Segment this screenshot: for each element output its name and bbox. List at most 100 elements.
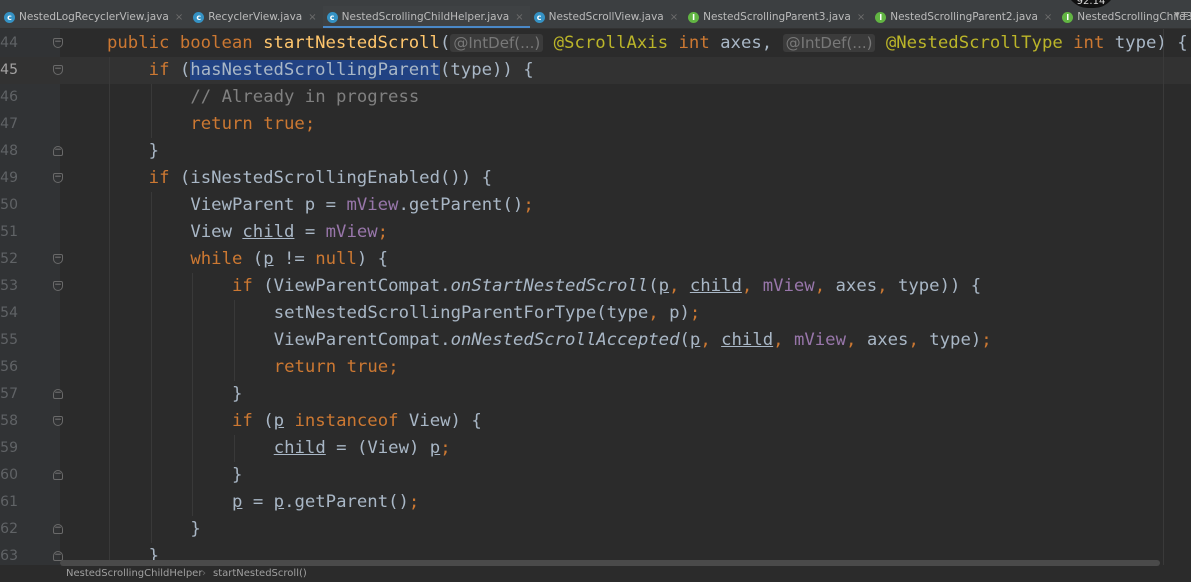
tab-3[interactable]: c NestedScrollView.java × xyxy=(530,6,685,28)
fold-close-icon[interactable]: − xyxy=(53,389,63,399)
code-editor[interactable]: 44− public boolean startNestedScroll(@Int… xyxy=(0,29,1191,570)
code-token: ( xyxy=(252,249,264,269)
fold-close-icon[interactable]: − xyxy=(53,470,63,480)
code-text[interactable]: } xyxy=(232,462,242,489)
code-token: .getParent() xyxy=(398,195,524,215)
code-text[interactable]: return true; xyxy=(190,111,315,138)
tab-0[interactable]: c NestedLogRecyclerView.java × xyxy=(0,6,189,28)
code-text[interactable]: setNestedScrollingParentForType(type, p)… xyxy=(274,300,701,327)
code-line: 47 return true; xyxy=(0,111,1191,138)
indent-guide xyxy=(109,327,110,354)
close-icon[interactable]: × xyxy=(1044,12,1052,23)
code-line: 53 − if (ViewParentCompat.onStartNestedScr… xyxy=(0,273,1191,300)
code-token: return xyxy=(273,357,347,377)
code-token: mView xyxy=(793,330,846,350)
indent-guide xyxy=(150,381,152,408)
indent-guide xyxy=(192,300,194,327)
code-text[interactable]: return true; xyxy=(274,354,399,381)
code-token: @NestedScrollType xyxy=(885,33,1074,53)
indent-guide xyxy=(109,354,110,381)
editor-tab-bar: c NestedLogRecyclerView.java × c RecyclerVie… xyxy=(0,6,1191,29)
code-text[interactable]: View child = mView; xyxy=(190,219,388,246)
code-token: = xyxy=(242,492,274,512)
tab-2[interactable]: c NestedScrollingChildHelper.java × xyxy=(322,6,530,28)
class-icon: c xyxy=(4,11,15,23)
code-line: 46 // Already in progress xyxy=(0,84,1191,111)
line-number: 47 xyxy=(0,116,18,132)
line-number: 60 xyxy=(0,467,18,483)
code-token: ; xyxy=(408,492,420,512)
fold-close-icon[interactable]: − xyxy=(53,524,63,534)
code-token: ; xyxy=(304,114,316,134)
code-token: int xyxy=(1073,33,1115,53)
code-text[interactable]: ViewParent p = mView.getParent(); xyxy=(190,192,533,219)
code-token: ) { xyxy=(356,249,389,269)
code-text[interactable]: } xyxy=(190,516,200,543)
tab-label: NestedLogRecyclerView.java xyxy=(19,11,169,23)
code-token: type)) { xyxy=(897,276,982,296)
indent-guide xyxy=(150,300,152,327)
code-text[interactable]: if (hasNestedScrollingParent(type)) { xyxy=(149,57,534,84)
code-text[interactable]: if (p instanceof View) { xyxy=(232,408,482,435)
tab-4[interactable]: I NestedScrollingParent3.java × xyxy=(684,6,871,28)
code-text[interactable]: p = p.getParent(); xyxy=(232,489,419,516)
fold-open-icon[interactable]: − xyxy=(53,65,63,75)
fold-open-icon[interactable]: − xyxy=(53,38,63,48)
code-text[interactable]: ViewParentCompat.onNestedScrollAccepted(… xyxy=(274,327,992,354)
code-text[interactable]: if (ViewParentCompat.onStartNestedScroll… xyxy=(232,273,981,300)
breadcrumb-class[interactable]: NestedScrollingChildHelper xyxy=(66,566,202,582)
fold-open-icon[interactable]: − xyxy=(53,173,63,183)
line-number: 52 xyxy=(0,251,18,267)
indent-guide xyxy=(109,462,110,489)
code-token: , xyxy=(814,276,836,296)
code-token: if xyxy=(148,168,180,188)
indent-guide xyxy=(150,84,152,111)
code-token: , xyxy=(648,303,670,323)
close-icon[interactable]: × xyxy=(670,12,678,23)
code-token: ; xyxy=(440,438,451,458)
code-token: , xyxy=(877,276,898,296)
tab-list-icon[interactable]: ▾≡ xyxy=(1174,8,1189,21)
code-token: , xyxy=(908,330,930,350)
code-text[interactable]: while (p != null) { xyxy=(190,246,388,273)
fold-open-icon[interactable]: − xyxy=(53,416,63,426)
code-text[interactable]: } xyxy=(149,138,159,165)
code-line: 58 − if (p instanceof View) { xyxy=(0,408,1191,435)
indent-guide xyxy=(234,435,236,462)
code-token: } xyxy=(232,384,243,404)
code-token: .getParent() xyxy=(284,492,409,512)
close-icon[interactable]: × xyxy=(857,12,865,23)
code-text[interactable]: child = (View) p; xyxy=(274,435,451,462)
code-token: child xyxy=(242,222,295,242)
indent-guide xyxy=(150,462,152,489)
indent-guide xyxy=(150,246,152,273)
breadcrumb-method[interactable]: startNestedScroll() xyxy=(213,566,307,582)
fold-open-icon[interactable]: − xyxy=(53,254,63,264)
code-token: (type)) { xyxy=(440,60,534,80)
code-token: p xyxy=(658,276,670,296)
tab-6[interactable]: INestedScrollingChild3.java× xyxy=(1058,6,1191,28)
code-token: @ScrollAxis xyxy=(553,33,679,53)
close-icon[interactable]: × xyxy=(175,12,183,23)
code-text[interactable]: // Already in progress xyxy=(190,84,419,111)
indent-guide xyxy=(234,300,236,327)
indent-guide xyxy=(109,435,110,462)
close-icon[interactable]: × xyxy=(515,12,523,23)
close-icon[interactable]: × xyxy=(308,12,316,23)
code-text[interactable]: public boolean startNestedScroll(@IntDef… xyxy=(107,30,1188,57)
tab-1[interactable]: c RecyclerView.java × xyxy=(189,6,322,28)
tab-5[interactable]: I NestedScrollingParent2.java × xyxy=(871,6,1058,28)
line-number: 57 xyxy=(0,386,18,402)
fold-open-icon[interactable]: − xyxy=(53,281,63,291)
indent-guide xyxy=(109,165,110,192)
code-line: 52 − while (p != null) { xyxy=(0,246,1191,273)
indent-guide xyxy=(150,219,152,246)
indent-guide xyxy=(150,192,152,219)
code-token: axes, xyxy=(720,33,783,53)
code-token: = xyxy=(294,222,326,242)
code-text[interactable]: if (isNestedScrollingEnabled()) { xyxy=(149,165,492,192)
fold-close-icon[interactable]: − xyxy=(53,146,63,156)
code-text[interactable]: } xyxy=(232,381,242,408)
